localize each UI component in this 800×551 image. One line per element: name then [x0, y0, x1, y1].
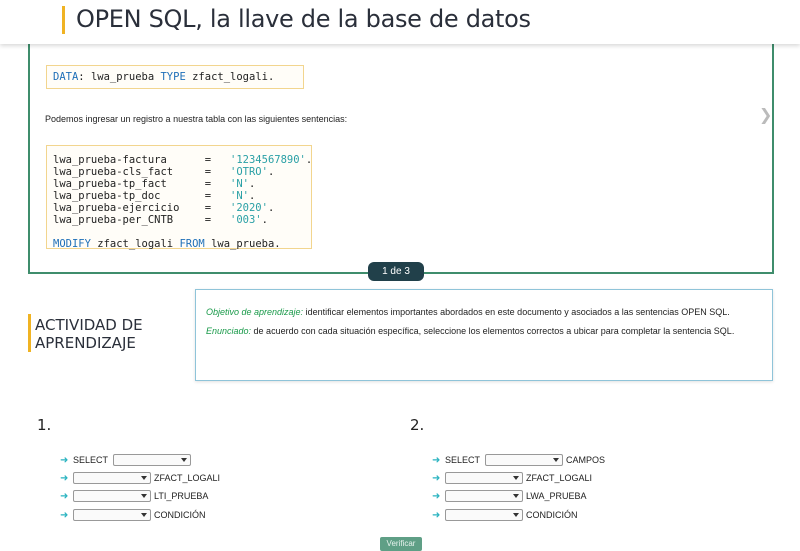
- slide-paragraph: Podemos ingresar un registro a nuestra t…: [45, 114, 348, 124]
- verify-button[interactable]: Verificar: [380, 537, 422, 551]
- exercise-2-number: 2.: [410, 416, 425, 434]
- activity-info-box: Objetivo de aprendizaje: identificar ele…: [195, 289, 773, 381]
- exercise-1-row-where: ➜ CONDICIÓN: [60, 509, 206, 521]
- exercise-2-row-where: ➜ CONDICIÓN: [432, 509, 578, 521]
- code-text: zfact_logali.: [185, 71, 275, 83]
- code-block-declaration: DATA: lwa_prueba TYPE zfact_logali.: [46, 65, 304, 89]
- arrow-right-icon: ➜: [60, 509, 69, 521]
- slide-panel: DATA: lwa_prueba TYPE zfact_logali. Pode…: [28, 40, 774, 274]
- slide-pager: 1 de 3: [368, 262, 424, 281]
- code-line: lwa_prueba-cls_fact = 'OTRO'.: [53, 166, 275, 178]
- exercise-2-row-into: ➜ LWA_PRUEBA: [432, 490, 587, 502]
- exercise-2-select-fields[interactable]: [485, 454, 564, 466]
- objective-paragraph: Objetivo de aprendizaje: identificar ele…: [206, 307, 730, 317]
- exercise-1-select-fields[interactable]: [113, 454, 192, 466]
- exercise-1-row-from: ➜ ZFACT_LOGALI: [60, 472, 221, 484]
- chevron-right-icon[interactable]: ❯: [759, 107, 773, 123]
- arrow-right-icon: ➜: [432, 472, 441, 484]
- arrow-right-icon: ➜: [60, 490, 69, 502]
- title-accent-bar: [62, 6, 65, 34]
- code-block-assignments: lwa_prueba-factura = '1234567890'. lwa_p…: [46, 145, 313, 250]
- exercise-1-row-into: ➜ LTI_PRUEBA: [60, 490, 209, 502]
- arrow-right-icon: ➜: [432, 509, 441, 521]
- code-line: lwa_prueba-tp_doc = 'N'.: [53, 190, 256, 202]
- page-title: OPEN SQL, la llave de la base de datos: [76, 5, 531, 33]
- exercise-2-select-from[interactable]: [445, 472, 523, 484]
- exercise-1-select-from[interactable]: [73, 472, 151, 484]
- code-line: lwa_prueba-factura = '1234567890'.: [53, 154, 313, 166]
- arrow-right-icon: ➜: [432, 454, 441, 466]
- exercise-1-number: 1.: [37, 416, 52, 434]
- statement-paragraph: Enunciado: de acuerdo con cada situación…: [206, 325, 735, 336]
- exercise-2-row-select: ➜ SELECT CAMPOS: [432, 454, 606, 466]
- code-line: lwa_prueba-ejercicio = '2020'.: [53, 202, 275, 214]
- code-text: : lwa_prueba: [78, 71, 161, 83]
- arrow-right-icon: ➜: [432, 490, 441, 502]
- code-line: MODIFY zfact_logali FROM lwa_prueba.: [53, 238, 281, 250]
- exercise-2-select-into[interactable]: [445, 490, 523, 502]
- exercise-1-select-where[interactable]: [73, 509, 151, 521]
- code-keyword: DATA: [53, 71, 79, 83]
- code-line: lwa_prueba-tp_fact = 'N'.: [53, 178, 256, 190]
- arrow-right-icon: ➜: [60, 472, 69, 484]
- exercise-1-select-into[interactable]: [73, 490, 151, 502]
- exercise-1-row-select: ➜ SELECT: [60, 453, 194, 467]
- arrow-right-icon: ➜: [60, 454, 69, 466]
- page-header: OPEN SQL, la llave de la base de datos: [0, 0, 800, 44]
- activity-title: ACTIVIDAD DE APRENDIZAJE: [35, 316, 143, 352]
- exercise-2-row-from: ➜ ZFACT_LOGALI: [432, 472, 593, 484]
- exercise-2-select-where[interactable]: [445, 509, 523, 521]
- code-line: lwa_prueba-per_CNTB = '003'.: [53, 214, 268, 226]
- activity-accent-bar: [28, 314, 31, 352]
- code-keyword: TYPE: [160, 71, 186, 83]
